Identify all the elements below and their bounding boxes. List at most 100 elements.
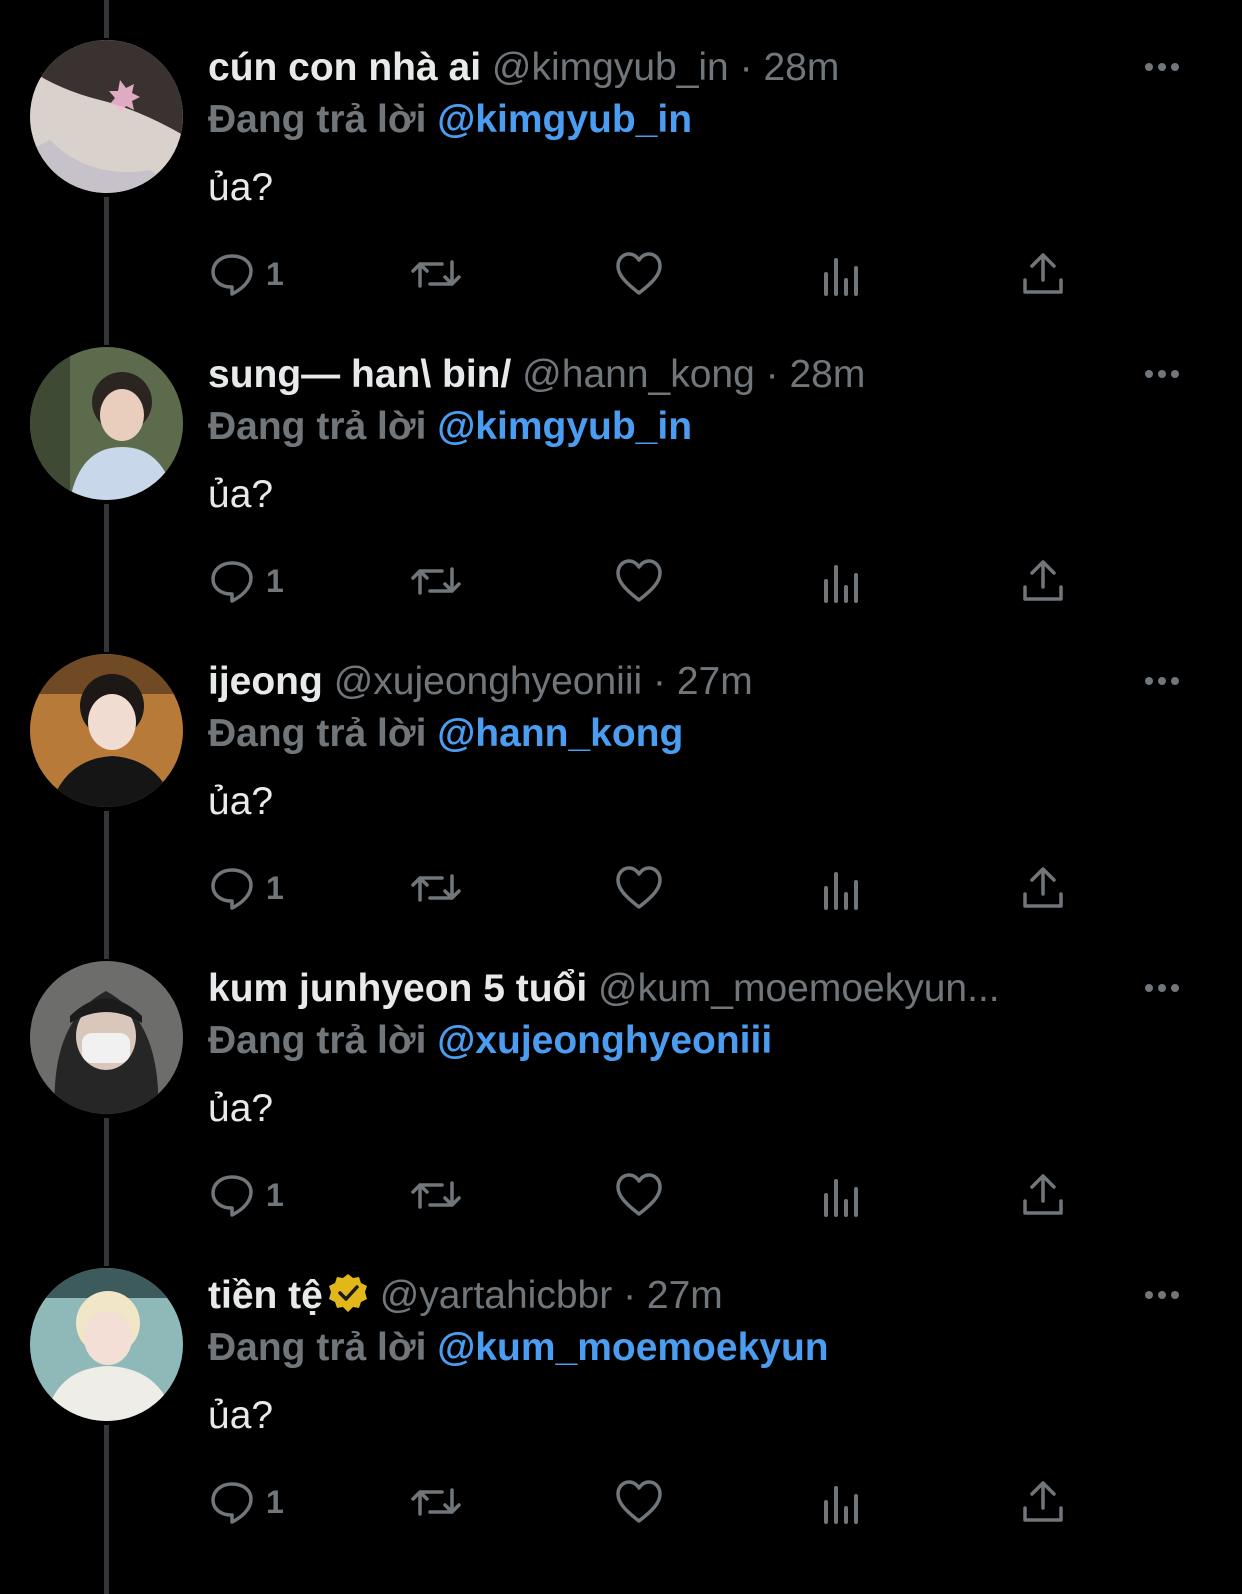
reply-count: 1 (266, 1483, 284, 1520)
speech-bubble-icon (211, 254, 253, 296)
user-handle[interactable]: @kum_moemoekyun... (598, 967, 1000, 1010)
tweet[interactable]: ijeong @xujeonghyeoniii · 27m Đang trả l… (0, 614, 1242, 926)
views-button[interactable] (820, 553, 864, 609)
bar-chart-icon (824, 872, 858, 910)
avatar[interactable] (30, 1268, 183, 1421)
avatar[interactable] (30, 961, 183, 1114)
like-button[interactable] (614, 860, 664, 916)
more-options-button[interactable] (1142, 973, 1182, 1003)
like-button[interactable] (614, 553, 664, 609)
tweet-text: ủa? (208, 1394, 274, 1437)
speech-bubble-icon (211, 1175, 253, 1217)
reply-mention-link[interactable]: @kum_moemoekyun (437, 1326, 828, 1369)
share-button[interactable] (1020, 1474, 1066, 1530)
ellipsis-icon (1145, 984, 1179, 992)
share-button[interactable] (1020, 1167, 1066, 1223)
timestamp[interactable]: 27m (647, 1274, 723, 1317)
share-upload-icon (1023, 1481, 1063, 1522)
ellipsis-icon (1145, 63, 1179, 71)
separator-dot: · (765, 353, 779, 396)
speech-bubble-icon (211, 1482, 253, 1524)
share-button[interactable] (1020, 553, 1066, 609)
reply-prefix: Đang trả lời (208, 98, 427, 141)
speech-bubble-icon (211, 868, 253, 910)
retweet-button[interactable] (408, 860, 464, 916)
reply-count: 1 (266, 562, 284, 599)
tweet[interactable]: sung— han\ bin/ @hann_kong · 28m Đang tr… (0, 307, 1242, 619)
heart-icon (616, 252, 662, 295)
more-options-button[interactable] (1142, 1280, 1182, 1310)
tweet[interactable]: tiền tệ @yartahicbbr · 27m Đang trả lời … (0, 1228, 1242, 1540)
user-handle[interactable]: @yartahicbbr (380, 1274, 613, 1317)
reply-button[interactable]: 1 (208, 553, 284, 609)
display-name[interactable]: kum junhyeon 5 tuổi (208, 967, 587, 1010)
separator-dot: · (739, 46, 753, 89)
heart-icon (616, 1480, 662, 1523)
retweet-button[interactable] (408, 246, 464, 302)
retweet-icon (411, 1488, 461, 1516)
retweet-button[interactable] (408, 553, 464, 609)
reply-prefix: Đang trả lời (208, 1326, 427, 1369)
replying-to: Đang trả lời @xujeonghyeoniii (208, 1015, 772, 1067)
reply-button[interactable]: 1 (208, 1167, 284, 1223)
reply-mention-link[interactable]: @xujeonghyeoniii (437, 1019, 772, 1062)
bar-chart-icon (824, 1179, 858, 1217)
more-options-button[interactable] (1142, 359, 1182, 389)
tweet-header: cún con nhà ai @kimgyub_in · 28m (208, 42, 1127, 94)
more-options-button[interactable] (1142, 52, 1182, 82)
like-button[interactable] (614, 1474, 664, 1530)
tweet-actions: 1 (208, 553, 1088, 609)
tweet-actions: 1 (208, 1167, 1088, 1223)
tweet-header: ijeong @xujeonghyeoniii · 27m (208, 656, 1127, 708)
reply-mention-link[interactable]: @kimgyub_in (437, 98, 692, 141)
reply-button[interactable]: 1 (208, 860, 284, 916)
like-button[interactable] (614, 1167, 664, 1223)
views-button[interactable] (820, 1167, 864, 1223)
bar-chart-icon (824, 565, 858, 603)
tweet[interactable]: kum junhyeon 5 tuổi @kum_moemoekyun... Đ… (0, 921, 1242, 1233)
reply-mention-link[interactable]: @kimgyub_in (437, 405, 692, 448)
display-name[interactable]: ijeong (208, 660, 323, 703)
retweet-icon (411, 260, 461, 288)
views-button[interactable] (820, 860, 864, 916)
display-name[interactable]: tiền tệ (208, 1274, 323, 1317)
tweet-text: ủa? (208, 1087, 274, 1130)
user-handle[interactable]: @hann_kong (522, 353, 755, 396)
retweet-button[interactable] (408, 1167, 464, 1223)
display-name[interactable]: cún con nhà ai (208, 46, 481, 89)
reply-count: 1 (266, 869, 284, 906)
like-button[interactable] (614, 246, 664, 302)
tweet[interactable]: cún con nhà ai @kimgyub_in · 28m Đang tr… (0, 0, 1242, 312)
timestamp[interactable]: 28m (763, 46, 839, 89)
retweet-button[interactable] (408, 1474, 464, 1530)
share-button[interactable] (1020, 246, 1066, 302)
share-button[interactable] (1020, 860, 1066, 916)
timestamp[interactable]: 27m (677, 660, 753, 703)
views-button[interactable] (820, 246, 864, 302)
reply-button[interactable]: 1 (208, 246, 284, 302)
speech-bubble-icon (211, 561, 253, 603)
ellipsis-icon (1145, 1291, 1179, 1299)
avatar[interactable] (30, 347, 183, 500)
views-button[interactable] (820, 1474, 864, 1530)
share-upload-icon (1023, 1174, 1063, 1215)
tweet-actions: 1 (208, 246, 1088, 302)
tweet-header: sung— han\ bin/ @hann_kong · 28m (208, 349, 1127, 401)
replying-to: Đang trả lời @kum_moemoekyun (208, 1322, 829, 1374)
timestamp[interactable]: 28m (789, 353, 865, 396)
user-handle[interactable]: @xujeonghyeoniii (334, 660, 642, 703)
tweet-header: tiền tệ @yartahicbbr · 27m (208, 1270, 1127, 1322)
reply-mention-link[interactable]: @hann_kong (437, 712, 683, 755)
reply-button[interactable]: 1 (208, 1474, 284, 1530)
reply-prefix: Đang trả lời (208, 1019, 427, 1062)
display-name[interactable]: sung— han\ bin/ (208, 353, 511, 396)
avatar[interactable] (30, 40, 183, 193)
more-options-button[interactable] (1142, 666, 1182, 696)
reply-count: 1 (266, 1176, 284, 1213)
reply-prefix: Đang trả lời (208, 712, 427, 755)
share-upload-icon (1023, 867, 1063, 908)
user-handle[interactable]: @kimgyub_in (492, 46, 729, 89)
retweet-icon (411, 1181, 461, 1209)
avatar[interactable] (30, 654, 183, 807)
tweet-actions: 1 (208, 860, 1088, 916)
